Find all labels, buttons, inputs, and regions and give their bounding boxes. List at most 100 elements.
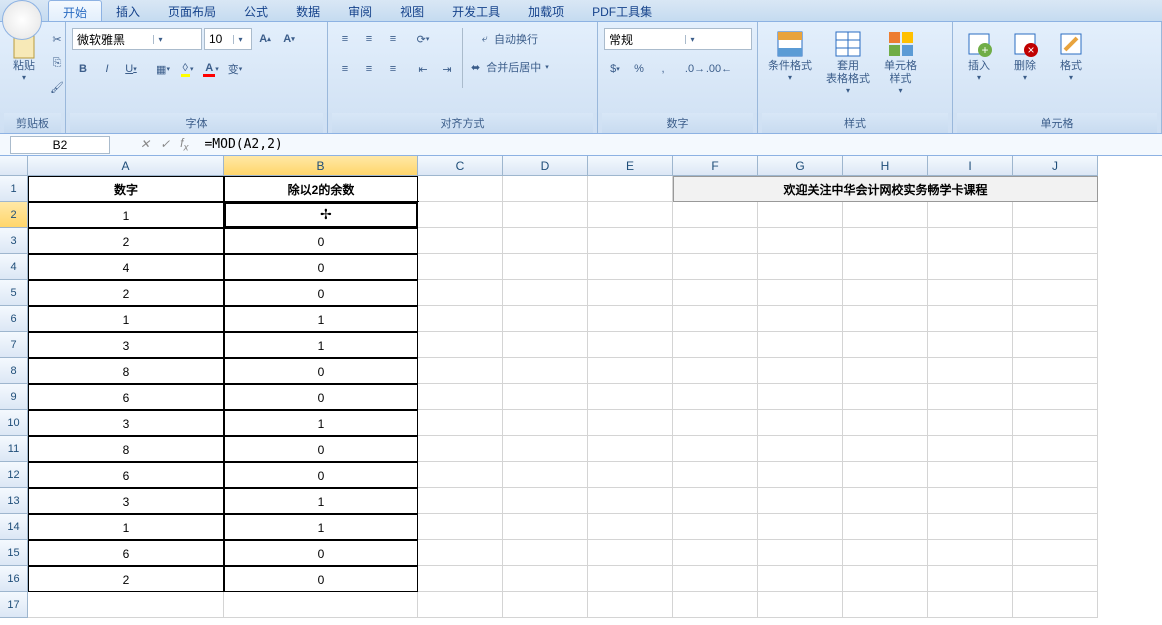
cell-H13[interactable] (843, 488, 928, 514)
chevron-down-icon[interactable]: ▾ (233, 35, 247, 44)
cell-B12[interactable]: 0 (224, 462, 418, 488)
cell-G15[interactable] (758, 540, 843, 566)
cell-F11[interactable] (673, 436, 758, 462)
cell-B14[interactable]: 1 (224, 514, 418, 540)
cell-F7[interactable] (673, 332, 758, 358)
cell-J7[interactable] (1013, 332, 1098, 358)
cell-G17[interactable] (758, 592, 843, 618)
cell-F1[interactable]: 欢迎关注中华会计网校实务畅学卡课程 (673, 176, 1098, 202)
insert-cells-button[interactable]: + 插入 ▾ (957, 24, 1001, 86)
bold-button[interactable]: B (72, 58, 94, 80)
cell-C8[interactable] (418, 358, 503, 384)
cell-J10[interactable] (1013, 410, 1098, 436)
cell-H16[interactable] (843, 566, 928, 592)
cell-D14[interactable] (503, 514, 588, 540)
cell-D8[interactable] (503, 358, 588, 384)
cell-I8[interactable] (928, 358, 1013, 384)
align-right-button[interactable]: ≡ (382, 58, 404, 80)
cell-C5[interactable] (418, 280, 503, 306)
cell-H12[interactable] (843, 462, 928, 488)
cell-C10[interactable] (418, 410, 503, 436)
cell-J5[interactable] (1013, 280, 1098, 306)
cell-E11[interactable] (588, 436, 673, 462)
align-center-button[interactable]: ≡ (358, 58, 380, 80)
tab-1[interactable]: 插入 (102, 0, 154, 21)
tab-4[interactable]: 数据 (282, 0, 334, 21)
cell-A4[interactable]: 4 (28, 254, 224, 280)
cell-E10[interactable] (588, 410, 673, 436)
cell-I7[interactable] (928, 332, 1013, 358)
tab-8[interactable]: 加载项 (514, 0, 578, 21)
cell-A2[interactable]: 1 (28, 202, 224, 228)
select-all-corner[interactable] (0, 156, 28, 176)
cell-F10[interactable] (673, 410, 758, 436)
cell-F13[interactable] (673, 488, 758, 514)
row-header-10[interactable]: 10 (0, 410, 28, 436)
cell-J8[interactable] (1013, 358, 1098, 384)
fx-icon[interactable]: fx (180, 136, 188, 153)
col-header-H[interactable]: H (843, 156, 928, 176)
cell-J6[interactable] (1013, 306, 1098, 332)
tab-6[interactable]: 视图 (386, 0, 438, 21)
increase-decimal-button[interactable]: .0→ (684, 58, 706, 80)
cell-styles-button[interactable]: 单元格 样式 ▾ (878, 24, 923, 99)
cell-B11[interactable]: 0 (224, 436, 418, 462)
cell-C11[interactable] (418, 436, 503, 462)
cell-C13[interactable] (418, 488, 503, 514)
cell-B13[interactable]: 1 (224, 488, 418, 514)
delete-cells-button[interactable]: × 删除 ▾ (1003, 24, 1047, 86)
col-header-E[interactable]: E (588, 156, 673, 176)
row-header-15[interactable]: 15 (0, 540, 28, 566)
italic-button[interactable]: I (96, 58, 118, 80)
cell-G11[interactable] (758, 436, 843, 462)
cell-G3[interactable] (758, 228, 843, 254)
row-header-9[interactable]: 9 (0, 384, 28, 410)
cell-E16[interactable] (588, 566, 673, 592)
cell-E13[interactable] (588, 488, 673, 514)
cell-C12[interactable] (418, 462, 503, 488)
cell-H3[interactable] (843, 228, 928, 254)
cell-B2[interactable] (224, 202, 418, 228)
col-header-C[interactable]: C (418, 156, 503, 176)
align-left-button[interactable]: ≡ (334, 58, 356, 80)
cell-D4[interactable] (503, 254, 588, 280)
format-table-button[interactable]: 套用 表格格式 ▾ (820, 24, 876, 99)
row-header-6[interactable]: 6 (0, 306, 28, 332)
cell-F12[interactable] (673, 462, 758, 488)
format-cells-button[interactable]: 格式 ▾ (1049, 24, 1093, 86)
cell-J2[interactable] (1013, 202, 1098, 228)
cell-B6[interactable]: 1 (224, 306, 418, 332)
cell-F6[interactable] (673, 306, 758, 332)
accounting-format-button[interactable]: $▾ (604, 58, 626, 80)
cell-H6[interactable] (843, 306, 928, 332)
percent-button[interactable]: % (628, 58, 650, 80)
cell-H5[interactable] (843, 280, 928, 306)
cell-A6[interactable]: 1 (28, 306, 224, 332)
borders-button[interactable]: ▦▾ (152, 58, 174, 80)
number-format-combo[interactable]: 常规 ▾ (604, 28, 752, 50)
cell-C4[interactable] (418, 254, 503, 280)
align-bottom-button[interactable]: ≡ (382, 28, 404, 50)
grow-font-button[interactable]: A▴ (254, 28, 276, 50)
cell-B10[interactable]: 1 (224, 410, 418, 436)
cell-D15[interactable] (503, 540, 588, 566)
cell-B5[interactable]: 0 (224, 280, 418, 306)
tab-5[interactable]: 审阅 (334, 0, 386, 21)
cell-B8[interactable]: 0 (224, 358, 418, 384)
cell-I3[interactable] (928, 228, 1013, 254)
row-header-7[interactable]: 7 (0, 332, 28, 358)
decrease-decimal-button[interactable]: .00← (708, 58, 730, 80)
cell-D2[interactable] (503, 202, 588, 228)
font-name-combo[interactable]: 微软雅黑 ▾ (72, 28, 202, 50)
cell-A9[interactable]: 6 (28, 384, 224, 410)
cell-J15[interactable] (1013, 540, 1098, 566)
cell-E3[interactable] (588, 228, 673, 254)
cell-B7[interactable]: 1 (224, 332, 418, 358)
cell-F9[interactable] (673, 384, 758, 410)
shrink-font-button[interactable]: A▾ (278, 28, 300, 50)
cancel-formula-icon[interactable]: ✕ (140, 137, 150, 151)
cell-H10[interactable] (843, 410, 928, 436)
cell-A11[interactable]: 8 (28, 436, 224, 462)
cell-C16[interactable] (418, 566, 503, 592)
cell-I2[interactable] (928, 202, 1013, 228)
